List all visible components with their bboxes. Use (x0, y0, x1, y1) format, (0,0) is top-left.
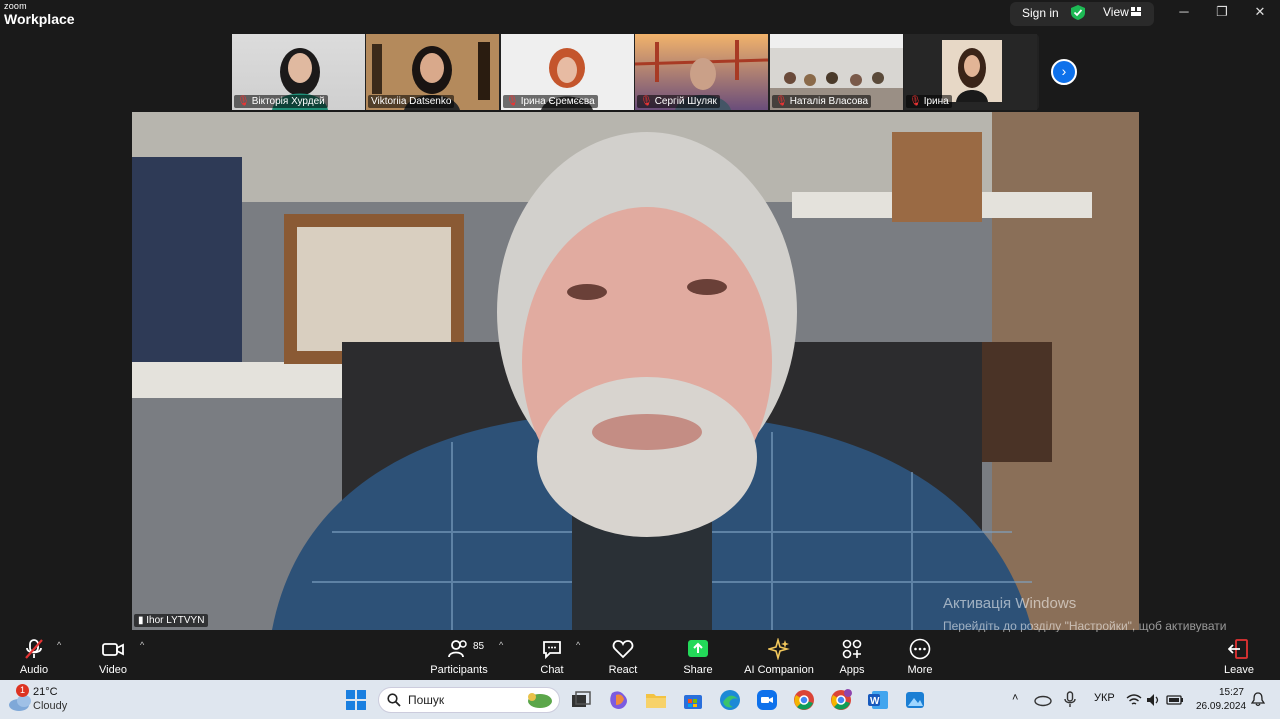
leave-label: Leave (1224, 664, 1254, 676)
show-hidden-icons-button[interactable]: ˄ (1012, 692, 1018, 704)
leave-button[interactable]: Leave (1223, 638, 1255, 676)
share-screen-icon (688, 640, 708, 657)
file-explorer-icon[interactable] (645, 689, 667, 711)
sparkle-icon (768, 638, 790, 660)
participants-label: Participants (430, 664, 488, 676)
participants-options-caret[interactable]: ^ (499, 640, 503, 650)
participant-name: 🎙︎ Ірина (906, 95, 952, 108)
participant-thumbnail[interactable]: 🎙︎ Ірина (904, 34, 1037, 110)
ai-companion-button[interactable]: AI Companion (744, 638, 814, 676)
activation-title: Активація Windows (943, 595, 1077, 612)
participant-thumbnail[interactable]: 🎙︎ Сергій Шуляк (635, 34, 768, 110)
chevron-right-icon: › (1061, 63, 1067, 79)
speaker-video (132, 112, 1139, 630)
clock-time: 15:27 (1218, 687, 1244, 698)
speaker-icon[interactable] (1146, 693, 1162, 707)
sign-in-button[interactable]: Sign in (1022, 6, 1059, 20)
taskbar-clock[interactable]: 15:27 26.09.2024 (1196, 686, 1247, 714)
participants-count: 85 (473, 641, 485, 652)
search-placeholder: Пошук (408, 693, 445, 707)
participant-thumbnail[interactable]: 🎙︎ Ірина Єремєєва (501, 34, 634, 110)
search-icon (387, 693, 401, 707)
participant-thumbnail[interactable]: 🎙︎ Вікторія Хурдей (232, 34, 365, 110)
logo-workplace-text: Workplace (4, 11, 75, 27)
wifi-icon[interactable] (1126, 693, 1142, 707)
microsoft-store-icon[interactable] (682, 689, 704, 711)
microphone-icon[interactable] (1064, 691, 1076, 708)
audio-options-caret[interactable]: ^ (57, 640, 61, 650)
svg-text:W: W (870, 696, 880, 707)
react-button[interactable]: React (607, 638, 639, 676)
chrome-profile-icon[interactable] (830, 689, 852, 711)
word-icon[interactable]: W (867, 689, 889, 711)
more-icon (909, 638, 931, 660)
muted-mic-icon: 🎙︎ (640, 96, 653, 107)
react-label: React (608, 664, 638, 676)
participant-name: 🎙︎ Вікторія Хурдей (234, 95, 328, 108)
battery-icon[interactable] (1166, 693, 1184, 707)
mic-muted-icon (25, 639, 43, 659)
notifications-bell-icon[interactable] (1251, 692, 1265, 707)
speaker-name-label: ▮ Ihor LYTVYN (134, 614, 209, 627)
copilot-icon[interactable] (608, 689, 630, 711)
chat-button[interactable]: Chat (536, 638, 568, 676)
zoom-app-icon[interactable] (756, 689, 778, 711)
search-highlight-icon (528, 693, 552, 708)
audio-label: Audio (19, 664, 49, 676)
ai-companion-label: AI Companion (744, 664, 814, 676)
video-options-caret[interactable]: ^ (140, 640, 144, 650)
weather-alert-badge: 1 (16, 684, 29, 697)
apps-label: Apps (839, 664, 865, 676)
participant-name: 🎙︎ Сергій Шуляк (637, 95, 720, 108)
edge-browser-icon[interactable] (719, 689, 741, 711)
minimize-button[interactable]: ─ (1174, 4, 1194, 20)
more-button[interactable]: More (904, 638, 936, 676)
windows-taskbar (0, 680, 1280, 719)
participant-name: Viktoriia Datsenko (368, 95, 455, 108)
meeting-toolbar (0, 632, 1280, 680)
share-label: Share (683, 664, 713, 676)
chat-options-caret[interactable]: ^ (576, 640, 580, 650)
windows-start-icon[interactable] (345, 689, 367, 711)
video-button[interactable]: Video (97, 638, 129, 676)
participants-icon (448, 640, 467, 658)
camera-icon (102, 643, 124, 656)
muted-mic-icon: 🎙︎ (909, 96, 922, 107)
participant-name: 🎙︎ Ірина Єремєєва (503, 95, 598, 108)
next-page-button[interactable]: › (1051, 59, 1077, 85)
photos-icon[interactable] (904, 689, 926, 711)
participant-thumbnail[interactable]: Viktoriia Datsenko (366, 34, 499, 110)
chat-icon (543, 641, 561, 660)
logo-zoom-text: zoom (4, 1, 27, 11)
onedrive-icon[interactable] (1034, 691, 1052, 707)
participant-name: 🎙︎ Наталія Власова (772, 95, 872, 108)
restore-button[interactable]: ❐ (1212, 4, 1232, 20)
apps-icon (842, 639, 862, 659)
main-video (132, 112, 1139, 630)
zoom-logo: zoom Workplace (4, 1, 75, 27)
muted-mic-icon: 🎙︎ (237, 96, 250, 107)
heart-icon (612, 640, 634, 659)
language-indicator[interactable]: УКР (1094, 692, 1115, 704)
weather-description[interactable]: Cloudy (33, 700, 67, 712)
grid-view-icon[interactable] (1131, 7, 1141, 16)
view-button[interactable]: View (1103, 5, 1129, 19)
leave-icon (1228, 639, 1248, 659)
shield-check-icon[interactable] (1071, 5, 1085, 20)
video-label: Video (99, 664, 127, 676)
weather-temperature[interactable]: 21°C (33, 686, 58, 698)
apps-button[interactable]: Apps (836, 638, 868, 676)
share-button[interactable]: Share (682, 638, 714, 676)
participant-thumbnail[interactable]: 🎙︎ Наталія Власова (770, 34, 903, 110)
chat-label: Chat (540, 664, 564, 676)
task-view-icon[interactable] (570, 689, 592, 711)
audio-button[interactable]: Audio (18, 638, 50, 676)
chrome-icon[interactable] (793, 689, 815, 711)
clock-date: 26.09.2024 (1196, 701, 1247, 712)
more-label: More (907, 664, 933, 676)
muted-mic-icon: 🎙︎ (506, 96, 519, 107)
close-button[interactable]: ✕ (1250, 4, 1270, 20)
muted-mic-icon: 🎙︎ (775, 96, 788, 107)
